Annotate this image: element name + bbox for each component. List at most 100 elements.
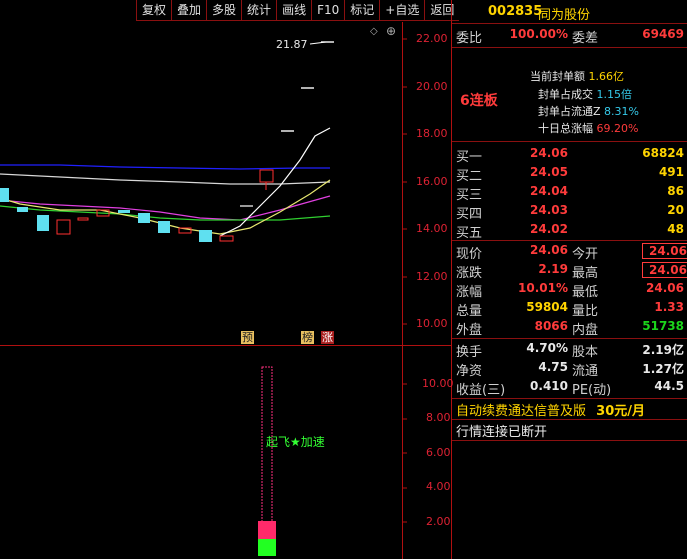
- candle: [158, 221, 170, 233]
- connection-status: 行情连接已断开: [456, 425, 548, 440]
- quote-row: 涨跌 2.19 最高 24.06: [452, 262, 687, 281]
- indicator-red-bar: [258, 521, 276, 539]
- y-tick: 18.00: [416, 127, 448, 140]
- bid-volume: 68824: [642, 146, 684, 160]
- bid-row[interactable]: 买四 24.03 20: [452, 203, 687, 222]
- change-value: 2.19: [538, 262, 568, 276]
- bid-label: 买四: [456, 207, 483, 222]
- weicha-label: 委差: [572, 31, 599, 46]
- bid-label: 买三: [456, 188, 483, 203]
- pe-label: PE(动): [572, 383, 612, 398]
- y-tick: 20.00: [416, 80, 448, 93]
- pct-label: 涨幅: [456, 285, 483, 300]
- bid-label: 买一: [456, 150, 483, 165]
- bid-label: 买二: [456, 169, 483, 184]
- y-tick-marks: [402, 38, 407, 523]
- quote-row: 现价 24.06 今开 24.06: [452, 243, 687, 262]
- candle: [259, 169, 274, 183]
- candle: [37, 215, 49, 231]
- limit-value: 69.20%: [596, 122, 639, 135]
- board-count: 6连板: [460, 93, 498, 109]
- ma-line-blue: [0, 164, 330, 170]
- eps-value: 0.410: [530, 379, 568, 393]
- y-tick: 12.00: [416, 270, 448, 283]
- toolbar-f10-button[interactable]: F10: [311, 0, 345, 21]
- volume-label: 总量: [456, 304, 483, 319]
- bid-volume: 20: [667, 203, 684, 217]
- limit-value: 1.15倍: [596, 88, 633, 101]
- open-label: 今开: [572, 247, 599, 262]
- pe-value: 44.5: [654, 379, 684, 393]
- float-label: 流通: [572, 364, 599, 379]
- quote-row: 涨幅 10.01% 最低 24.06: [452, 281, 687, 300]
- bid-volume: 48: [667, 222, 684, 236]
- chart-toolbar: 复权 叠加 多股 统计 画线 F10 标记 +自选 返回: [136, 0, 460, 22]
- volratio-label: 量比: [572, 304, 599, 319]
- separator: [452, 240, 687, 241]
- limit-line: 当前封单额 1.66亿: [530, 68, 680, 84]
- limit-value: 8.31%: [604, 105, 639, 118]
- y-tick: 10.00: [416, 317, 448, 330]
- limit-value: 1.66亿: [588, 70, 625, 83]
- signal-text: 起飞★加速: [266, 435, 325, 449]
- sub-y-tick: 4.00: [426, 480, 451, 493]
- quote-panel: 002835 同为股份 委比 100.00% 委差 69469 6连板 当前封单…: [452, 0, 687, 559]
- marker-yu[interactable]: 预: [241, 331, 254, 344]
- bid-row[interactable]: 买二 24.05 491: [452, 165, 687, 184]
- inner-value: 51738: [642, 319, 684, 333]
- change-label: 涨跌: [456, 266, 483, 281]
- stock-code: 002835: [488, 4, 543, 19]
- separator: [452, 338, 687, 339]
- limit-label: 封单占成交: [538, 88, 593, 101]
- bid-volume: 86: [667, 184, 684, 198]
- candle: [118, 210, 130, 213]
- promo-link[interactable]: 自动续费通达信普及版 30元/月: [456, 400, 645, 419]
- candle: [56, 219, 71, 235]
- limit-label: 当前封单额: [530, 70, 585, 83]
- limit-line: 封单占成交 1.15倍: [538, 86, 687, 102]
- outer-label: 外盘: [456, 323, 483, 338]
- indicator-outline-bar: [261, 366, 273, 542]
- toolbar-duogu-button[interactable]: 多股: [206, 0, 242, 21]
- separator: [452, 141, 687, 142]
- high-arrow: [309, 41, 327, 45]
- toolbar-biaoji-button[interactable]: 标记: [344, 0, 380, 21]
- separator: [452, 440, 687, 441]
- toolbar-tongji-button[interactable]: 统计: [241, 0, 277, 21]
- toolbar-diejia-button[interactable]: 叠加: [171, 0, 207, 21]
- toolbar-huaxian-button[interactable]: 画线: [276, 0, 312, 21]
- turnover-label: 换手: [456, 345, 483, 360]
- open-value: 24.06: [642, 243, 687, 259]
- sub-y-tick: 10.00: [422, 377, 454, 390]
- volume-value: 59804: [526, 300, 568, 314]
- bid-row[interactable]: 买一 24.06 68824: [452, 146, 687, 165]
- weibi-label: 委比: [456, 31, 483, 46]
- bid-price: 24.02: [530, 222, 568, 236]
- inner-label: 内盘: [572, 323, 599, 338]
- marker-bang[interactable]: 榜: [301, 331, 314, 344]
- kline-chart[interactable]: [0, 22, 402, 345]
- bid-row[interactable]: 买三 24.04 86: [452, 184, 687, 203]
- bid-price: 24.04: [530, 184, 568, 198]
- indicator-chart[interactable]: [0, 346, 402, 559]
- separator: [452, 47, 687, 48]
- finance-row: 换手 4.70% 股本 2.19亿: [452, 341, 687, 360]
- candle: [17, 207, 28, 212]
- float-value: 1.27亿: [642, 362, 684, 376]
- marker-zhang[interactable]: 涨: [321, 331, 334, 344]
- y-tick: 22.00: [416, 32, 448, 45]
- bid-price: 24.05: [530, 165, 568, 179]
- candle: [77, 217, 89, 221]
- bid-row[interactable]: 买五 24.02 48: [452, 222, 687, 241]
- price-value: 24.06: [530, 243, 568, 257]
- price-label: 现价: [456, 247, 483, 262]
- toolbar-zixuan-button[interactable]: +自选: [379, 0, 425, 21]
- quote-row: 外盘 8066 内盘 51738: [452, 319, 687, 338]
- toolbar-fuquan-button[interactable]: 复权: [136, 0, 172, 21]
- indicator-green-bar: [258, 539, 276, 556]
- candle: [138, 213, 150, 223]
- capital-value: 2.19亿: [642, 343, 684, 357]
- candle: [219, 235, 234, 242]
- bid-price: 24.06: [530, 146, 568, 160]
- promo-text: 自动续费通达信普及版: [456, 404, 587, 419]
